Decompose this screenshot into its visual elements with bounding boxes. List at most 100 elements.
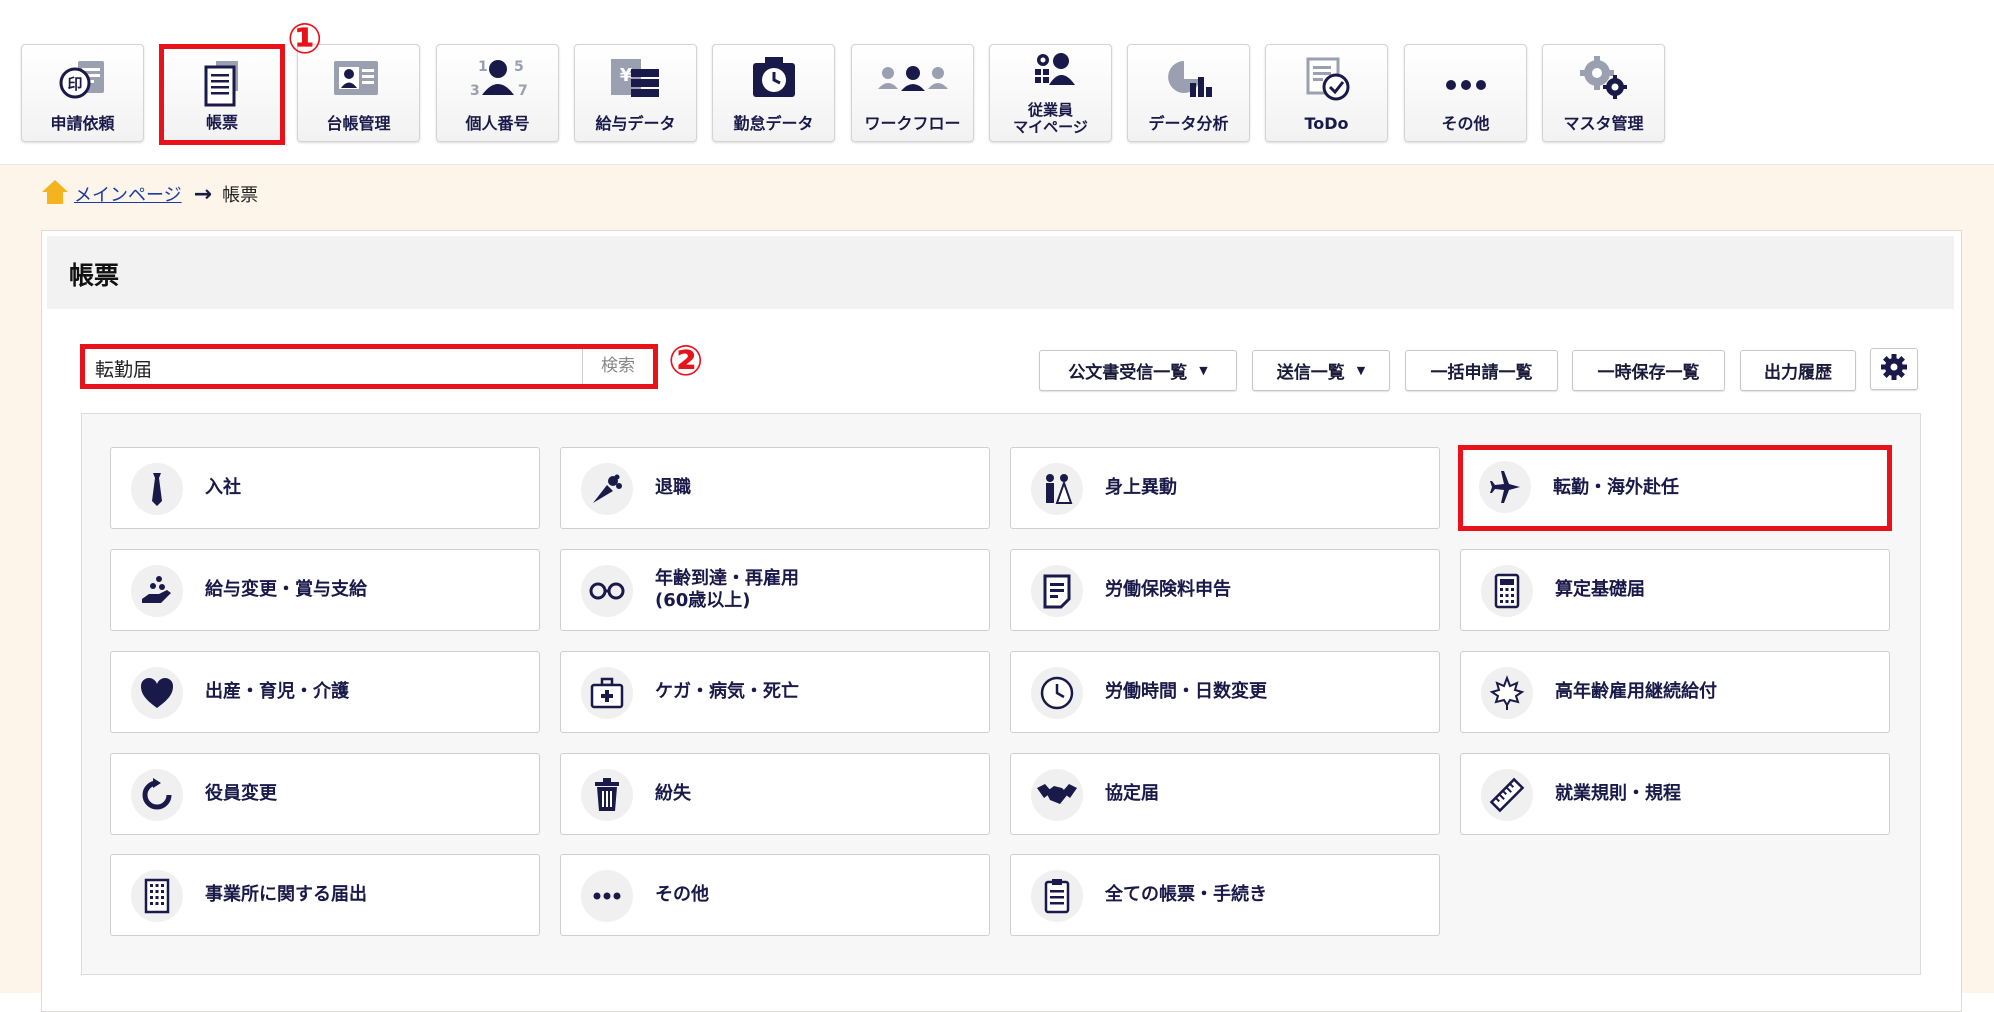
svg-text:3: 3 bbox=[470, 83, 480, 99]
tile-injury-illness-death[interactable]: ケガ・病気・死亡 bbox=[560, 651, 990, 733]
tile-label: 年齢到達・再雇用 (60歳以上) bbox=[655, 568, 799, 611]
nav-attendance-data[interactable]: 勤怠データ bbox=[712, 44, 835, 142]
data-analysis-chart-icon bbox=[1128, 55, 1249, 107]
tile-elderly-employment[interactable]: 高年齢雇用継続給付 bbox=[1460, 651, 1890, 733]
page-title: 帳票 bbox=[69, 261, 120, 290]
tile-loss[interactable]: 紛失 bbox=[560, 753, 990, 835]
nav-label: 帳票 bbox=[205, 113, 238, 132]
forms-category-grid: 入社 退職 身上異動 転勤・海外赴任 給与変更・賞与支給 年齢到達・再雇用 (6… bbox=[81, 413, 1921, 975]
wedding-couple-icon bbox=[1031, 463, 1083, 515]
clock-icon bbox=[1031, 667, 1083, 719]
tile-personal-change[interactable]: 身上異動 bbox=[1010, 447, 1440, 529]
top-navigation: 印 申請依頼 帳票 台帳管理 1 5 3 7 個人番号 ¥ 給与データ 勤怠デー… bbox=[0, 0, 1994, 165]
tile-label: 算定基礎届 bbox=[1555, 579, 1645, 600]
nav-label: 勤怠データ bbox=[733, 114, 814, 133]
tile-label: ケガ・病気・死亡 bbox=[655, 681, 799, 702]
nav-workflow[interactable]: ワークフロー bbox=[851, 44, 974, 142]
document-lines-icon bbox=[1031, 565, 1083, 617]
more-dots-icon bbox=[581, 870, 633, 922]
tile-working-hours[interactable]: 労働時間・日数変更 bbox=[1010, 651, 1440, 733]
personal-number-icon: 1 5 3 7 bbox=[437, 55, 558, 107]
refresh-icon bbox=[131, 769, 183, 821]
svg-text:印: 印 bbox=[67, 75, 82, 93]
tile-label: 退職 bbox=[655, 477, 691, 498]
tile-label: 出産・育児・介護 bbox=[205, 681, 349, 702]
tile-joining[interactable]: 入社 bbox=[110, 447, 540, 529]
breadcrumb-arrow-icon: → bbox=[193, 181, 213, 207]
tile-label: 全ての帳票・手続き bbox=[1105, 884, 1267, 905]
tile-label: 協定届 bbox=[1105, 783, 1159, 804]
sent-list-label: 送信一覧 bbox=[1276, 363, 1345, 383]
temp-saved-button[interactable]: 一時保存一覧 bbox=[1572, 350, 1725, 391]
payroll-data-icon: ¥ bbox=[575, 55, 696, 107]
handshake-icon bbox=[1031, 769, 1083, 821]
tile-office-notifications[interactable]: 事業所に関する届出 bbox=[110, 854, 540, 936]
nav-employee-mypage[interactable]: 従業員 マイページ bbox=[989, 44, 1112, 142]
tile-work-rules[interactable]: 就業規則・規程 bbox=[1460, 753, 1890, 835]
home-icon[interactable] bbox=[40, 178, 70, 211]
bulk-list-button[interactable]: 一括申請一覧 bbox=[1405, 350, 1558, 391]
todo-check-icon bbox=[1266, 55, 1387, 107]
clipboard-list-icon bbox=[1031, 870, 1083, 922]
nav-other[interactable]: その他 bbox=[1404, 44, 1527, 142]
tile-salary-bonus[interactable]: 給与変更・賞与支給 bbox=[110, 549, 540, 631]
tile-labor-insurance[interactable]: 労働保険料申告 bbox=[1010, 549, 1440, 631]
nav-label: 申請依頼 bbox=[50, 114, 115, 133]
nav-label: 個人番号 bbox=[465, 114, 530, 133]
tile-label: 就業規則・規程 bbox=[1555, 783, 1681, 804]
tile-label: その他 bbox=[655, 884, 709, 905]
master-gears-icon bbox=[1543, 55, 1664, 107]
tile-transfer-overseas[interactable]: 転勤・海外赴任 bbox=[1458, 445, 1892, 531]
nav-forms[interactable]: 帳票 bbox=[159, 44, 285, 145]
search-input[interactable] bbox=[93, 353, 577, 383]
tile-label: 事業所に関する届出 bbox=[205, 884, 367, 905]
sent-list-dropdown[interactable]: 送信一覧 ▼ bbox=[1252, 350, 1390, 391]
tile-officer-change[interactable]: 役員変更 bbox=[110, 753, 540, 835]
nav-data-analysis[interactable]: データ分析 bbox=[1127, 44, 1250, 142]
workflow-people-icon bbox=[852, 55, 973, 107]
tile-label: 高年齢雇用継続給付 bbox=[1555, 681, 1717, 702]
ruler-icon bbox=[1481, 769, 1533, 821]
tile-label: 入社 bbox=[205, 477, 241, 498]
nav-apply-request[interactable]: 印 申請依頼 bbox=[21, 44, 144, 142]
building-icon bbox=[131, 870, 183, 922]
output-history-button[interactable]: 出力履歴 bbox=[1740, 350, 1856, 391]
nav-label: 給与データ bbox=[595, 114, 676, 133]
calculator-icon bbox=[1481, 565, 1533, 617]
settings-button[interactable] bbox=[1870, 348, 1918, 390]
breadcrumb-home-link[interactable]: メインページ bbox=[74, 181, 182, 207]
tile-agreement[interactable]: 協定届 bbox=[1010, 753, 1440, 835]
public-docs-dropdown[interactable]: 公文書受信一覧 ▼ bbox=[1039, 350, 1237, 391]
forms-panel: 帳票 検索 ② 公文書受信一覧 ▼ 送信一覧 ▼ 一括申請一覧 一時保存一覧 出力履… bbox=[41, 230, 1962, 1012]
nav-label: ToDo bbox=[1304, 114, 1349, 133]
tile-age-rehire[interactable]: 年齢到達・再雇用 (60歳以上) bbox=[560, 549, 990, 631]
nav-master-management[interactable]: マスタ管理 bbox=[1542, 44, 1665, 142]
tile-label: 役員変更 bbox=[205, 783, 277, 804]
panel-header: 帳票 bbox=[47, 236, 1954, 309]
search-button[interactable]: 検索 bbox=[582, 349, 653, 384]
necktie-icon bbox=[131, 463, 183, 515]
public-docs-label: 公文書受信一覧 bbox=[1068, 363, 1188, 383]
tile-label: 身上異動 bbox=[1105, 477, 1177, 498]
annotation-one: ① bbox=[287, 14, 323, 63]
glasses-icon bbox=[581, 565, 633, 617]
hand-coins-icon bbox=[131, 565, 183, 617]
svg-text:¥: ¥ bbox=[619, 65, 632, 86]
nav-todo[interactable]: ToDo bbox=[1265, 44, 1388, 142]
attendance-clock-icon bbox=[713, 55, 834, 107]
tile-all-forms[interactable]: 全ての帳票・手続き bbox=[1010, 854, 1440, 936]
tile-childbirth-care[interactable]: 出産・育児・介護 bbox=[110, 651, 540, 733]
tile-calculation-base[interactable]: 算定基礎届 bbox=[1460, 549, 1890, 631]
tile-retirement[interactable]: 退職 bbox=[560, 447, 990, 529]
tile-label: 給与変更・賞与支給 bbox=[205, 579, 367, 600]
nav-label: データ分析 bbox=[1148, 114, 1229, 133]
breadcrumb-current: 帳票 bbox=[222, 185, 259, 206]
nav-personal-number[interactable]: 1 5 3 7 個人番号 bbox=[436, 44, 559, 142]
forms-document-icon bbox=[164, 59, 280, 111]
annotation-two: ② bbox=[668, 336, 704, 385]
nav-label: その他 bbox=[1441, 114, 1490, 133]
nav-payroll-data[interactable]: ¥ 給与データ bbox=[574, 44, 697, 142]
tile-other[interactable]: その他 bbox=[560, 854, 990, 936]
svg-text:7: 7 bbox=[518, 83, 528, 99]
tile-label: 転勤・海外赴任 bbox=[1553, 477, 1679, 498]
